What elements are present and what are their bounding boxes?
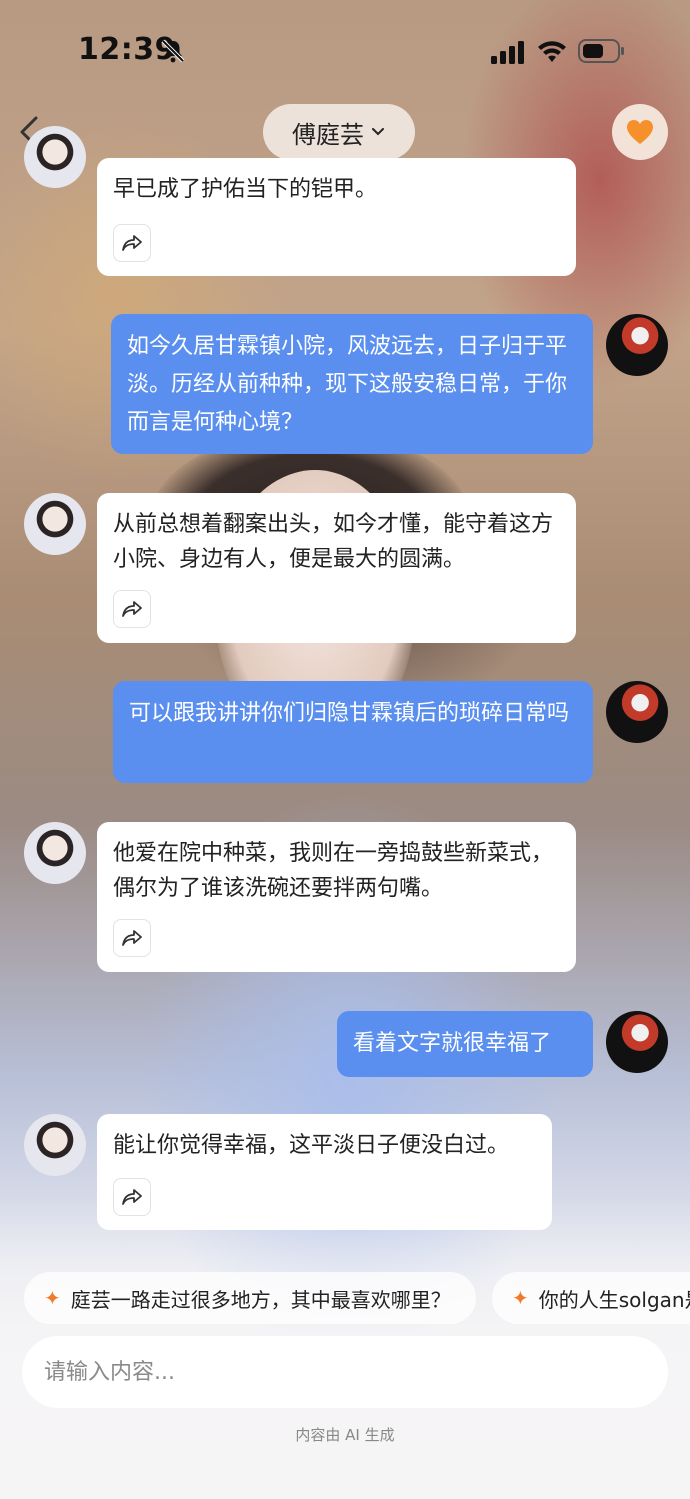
ai-message-text: 他爱在院中种菜，我则在一旁捣鼓些新菜式，偶尔为了谁该洗碗还要拌两句嘴。 — [113, 841, 554, 901]
ai-message: 能让你觉得幸福，这平淡日子便没白过。 — [97, 1114, 552, 1230]
user-avatar[interactable] — [606, 681, 668, 743]
sparkle-icon: ✦ — [44, 1286, 61, 1310]
suggestion-chip[interactable]: ✦ 你的人生solgan是 — [492, 1272, 690, 1324]
battery-icon — [578, 39, 624, 63]
sparkle-icon: ✦ — [512, 1286, 529, 1310]
ai-avatar[interactable] — [24, 126, 86, 188]
ai-message: 他爱在院中种菜，我则在一旁捣鼓些新菜式，偶尔为了谁该洗碗还要拌两句嘴。 — [97, 822, 576, 972]
share-button[interactable] — [113, 590, 151, 628]
user-message-text: 可以跟我讲讲你们归隐甘霖镇后的琐碎日常吗 — [129, 701, 570, 726]
user-message: 可以跟我讲讲你们归隐甘霖镇后的琐碎日常吗 — [113, 681, 593, 783]
share-button[interactable] — [113, 919, 151, 957]
status-bar: 12:39 — [0, 0, 690, 100]
heart-icon — [627, 120, 653, 144]
share-icon — [122, 930, 142, 946]
ai-avatar[interactable] — [24, 493, 86, 555]
ai-avatar[interactable] — [24, 1114, 86, 1176]
share-button[interactable] — [113, 224, 151, 262]
mute-bell-icon — [161, 39, 185, 63]
message-input-bar — [22, 1336, 668, 1408]
user-message: 如今久居甘霖镇小院，风波远去，日子归于平淡。历经从前种种，现下这般安稳日常，于你… — [111, 314, 593, 454]
suggestion-text: 你的人生solgan是 — [538, 1287, 690, 1312]
character-title-button[interactable]: 傅庭芸 — [263, 104, 415, 160]
user-message-text: 看着文字就很幸福了 — [353, 1031, 552, 1056]
ai-avatar[interactable] — [24, 822, 86, 884]
ai-message-text: 能让你觉得幸福，这平淡日子便没白过。 — [113, 1133, 510, 1158]
ai-message: 早已成了护佑当下的铠甲。 — [97, 158, 576, 276]
character-name: 傅庭芸 — [292, 120, 364, 149]
user-message: 看着文字就很幸福了 — [337, 1011, 593, 1077]
share-icon — [122, 601, 142, 617]
user-message-text: 如今久居甘霖镇小院，风波远去，日子归于平淡。历经从前种种，现下这般安稳日常，于你… — [127, 334, 568, 435]
share-button[interactable] — [113, 1178, 151, 1216]
wifi-icon — [538, 41, 566, 62]
share-icon — [122, 1189, 142, 1205]
share-icon — [122, 235, 142, 251]
suggestion-text: 庭芸一路走过很多地方，其中最喜欢哪里？ — [70, 1287, 451, 1312]
chevron-down-icon — [372, 128, 384, 136]
ai-message-text: 早已成了护佑当下的铠甲。 — [113, 177, 378, 202]
favorite-button[interactable] — [612, 104, 668, 160]
ai-message: 从前总想着翻案出头，如今才懂，能守着这方小院、身边有人，便是最大的圆满。 — [97, 493, 576, 643]
cellular-signal-icon — [491, 41, 524, 64]
suggestion-chip[interactable]: ✦ 庭芸一路走过很多地方，其中最喜欢哪里？ — [24, 1272, 476, 1324]
message-input[interactable] — [42, 1358, 648, 1386]
user-avatar[interactable] — [606, 1011, 668, 1073]
user-avatar[interactable] — [606, 314, 668, 376]
ai-disclaimer: 内容由 AI 生成 — [295, 1426, 395, 1444]
ai-message-text: 从前总想着翻案出头，如今才懂，能守着这方小院、身边有人，便是最大的圆满。 — [113, 512, 554, 572]
